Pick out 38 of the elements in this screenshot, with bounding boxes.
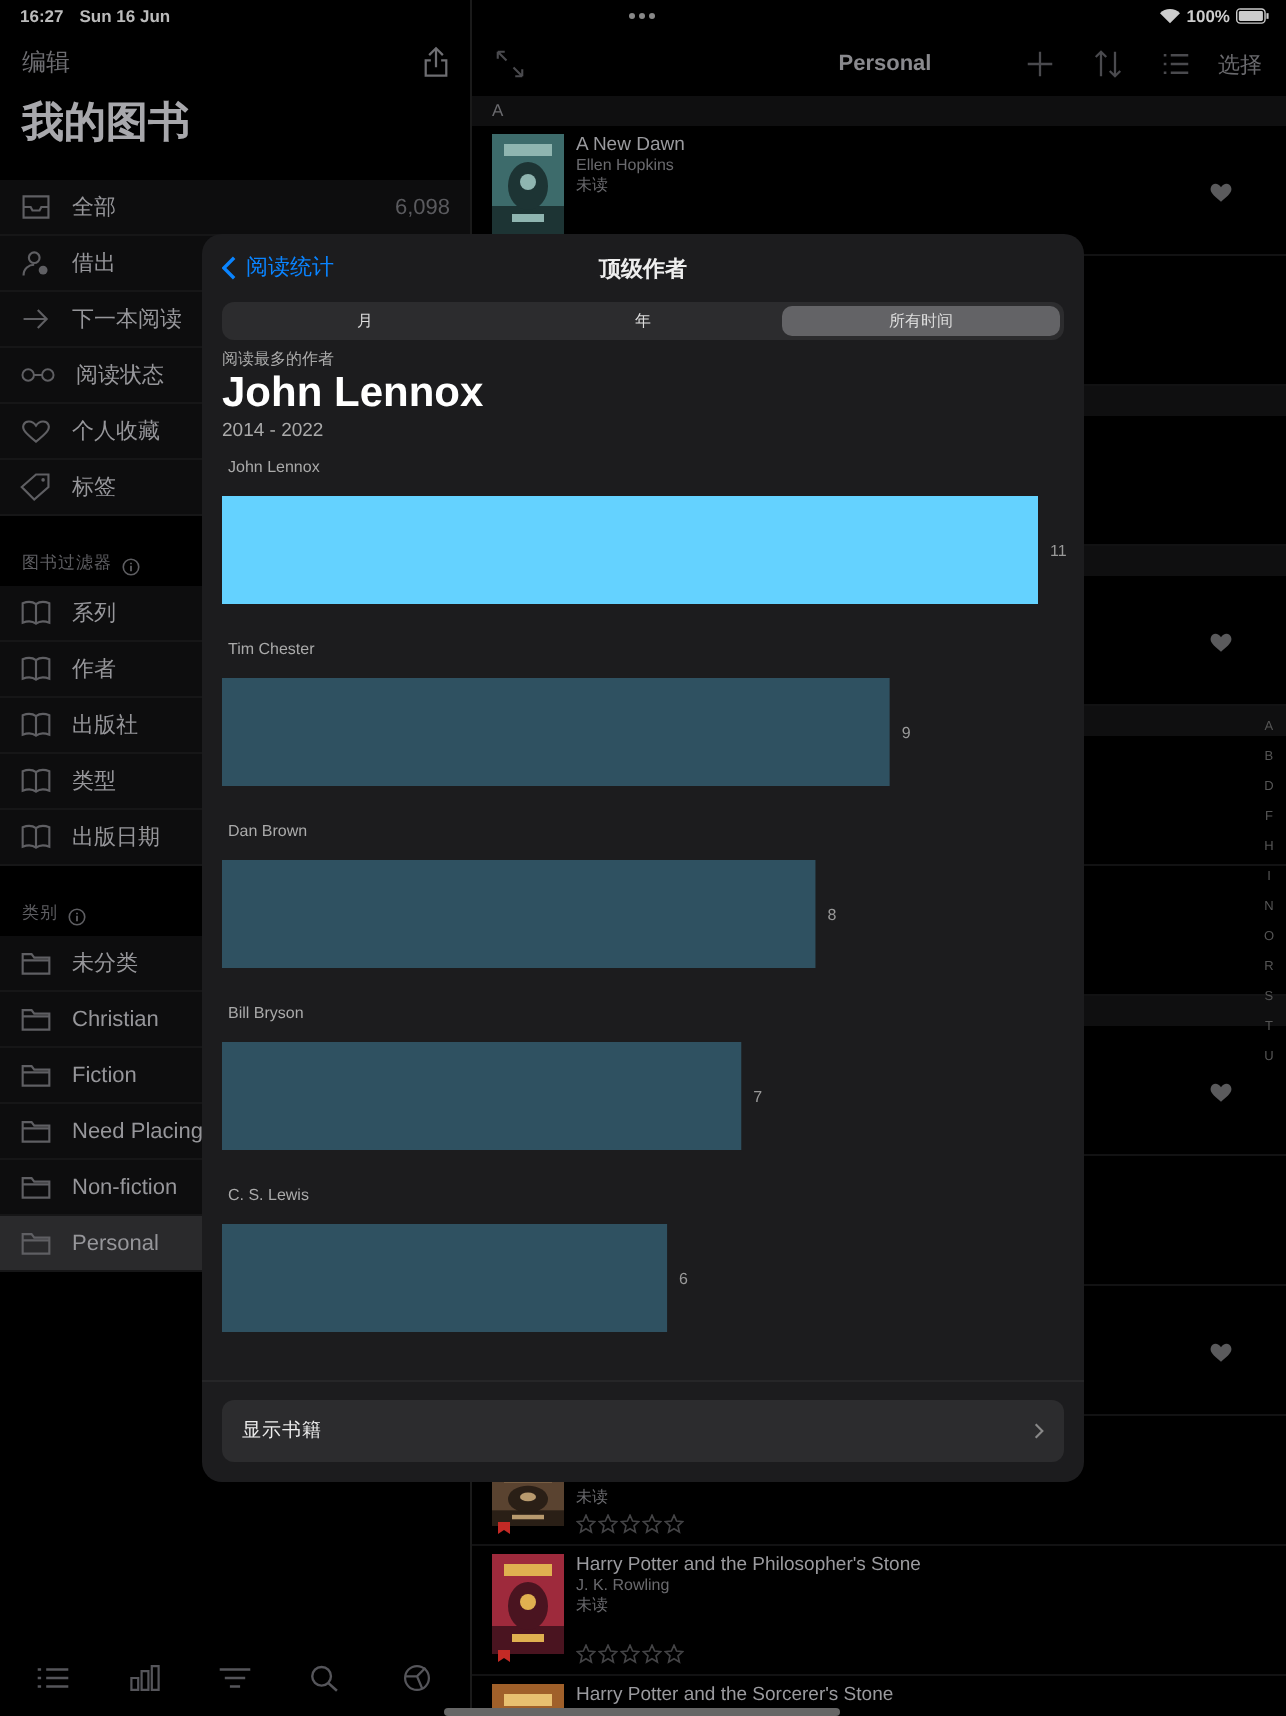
book-title: Harry Potter and the Philosopher's Stone xyxy=(576,1554,921,1576)
value-label: 11 xyxy=(1050,542,1067,560)
value-label: 9 xyxy=(901,724,911,742)
edit-link[interactable]: 编辑 xyxy=(22,45,70,79)
year-range: 2014 - 2022 xyxy=(222,420,326,442)
modal-title: 顶级作者 xyxy=(599,255,687,283)
category-label: John Lennox xyxy=(228,458,320,476)
battery-percent: 100% xyxy=(1186,6,1230,26)
select-button[interactable]: 选择 xyxy=(1218,49,1262,79)
sidebar-title: 我的图书 xyxy=(19,98,192,150)
category-label: Tim Chester xyxy=(228,640,315,658)
book-title: A New Dawn xyxy=(576,134,685,156)
chart-caption: 阅读最多的作者 xyxy=(222,348,336,370)
book-author: J. K. Rowling xyxy=(576,1576,672,1596)
book-author: Ellen Hopkins xyxy=(576,156,676,176)
reading-status: 未读 xyxy=(576,176,610,196)
reading-status: 未读 xyxy=(576,1596,610,1616)
top-author-name: John Lennox xyxy=(222,370,486,418)
segment-tab[interactable]: 月 xyxy=(226,306,504,336)
book-title: Harry Potter and the Sorcerer's Stone xyxy=(576,1684,894,1706)
section-letter: A xyxy=(492,100,504,120)
status-time: 16:27 xyxy=(20,6,64,26)
reading-status: 未读 xyxy=(576,1488,610,1508)
value-label: 6 xyxy=(679,1270,688,1288)
category-label: C. S. Lewis xyxy=(228,1186,309,1204)
list-title: Personal xyxy=(836,52,934,76)
back-link[interactable]: 阅读统计 xyxy=(222,252,334,282)
value-label: 8 xyxy=(827,906,837,924)
segment-tab[interactable]: 所有时间 xyxy=(782,306,1060,336)
category-label: Bill Bryson xyxy=(228,1004,304,1022)
section-header: 类别 xyxy=(22,902,58,926)
segment-tab[interactable]: 年 xyxy=(504,306,782,336)
value-label: 7 xyxy=(753,1088,763,1106)
show-books-button[interactable]: 显示书籍 xyxy=(222,1400,1064,1462)
category-label: Dan Brown xyxy=(228,822,308,840)
status-date: Sun 16 Jun xyxy=(79,6,171,26)
section-header: 图书过滤器 xyxy=(22,552,112,576)
book-row[interactable]: Harry Potter and the Philosopher's Stone J. K. Rowling 未读 xyxy=(472,1546,1286,1676)
